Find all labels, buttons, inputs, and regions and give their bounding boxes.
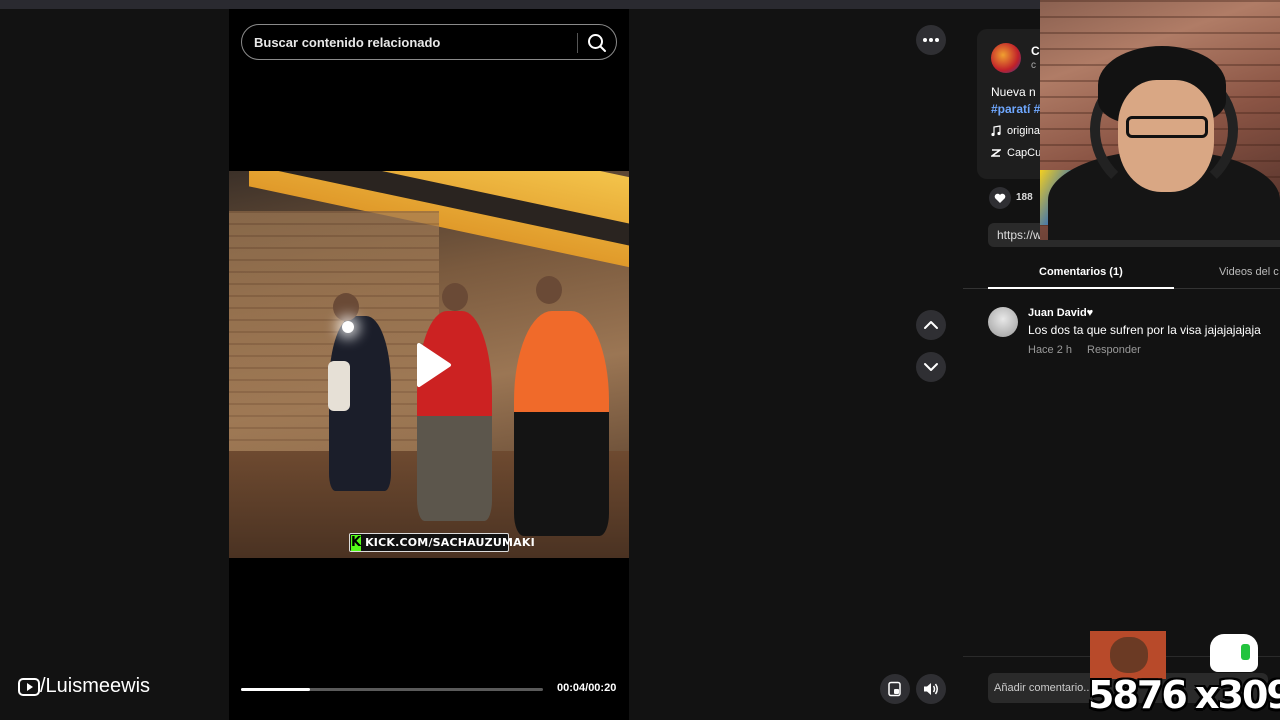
video-time: 00:04/00:20 — [557, 682, 617, 694]
video-head-middle — [442, 283, 468, 311]
author-subtitle: c — [1031, 60, 1036, 71]
search-input[interactable] — [254, 25, 574, 59]
previous-video-button[interactable] — [916, 310, 946, 340]
video-hashtags[interactable]: #paratí # — [991, 102, 1040, 116]
next-video-button[interactable] — [916, 352, 946, 382]
comment-tabs: Comentarios (1) Videos del c — [963, 261, 1280, 289]
play-icon — [417, 343, 451, 387]
picture-in-picture-icon — [888, 681, 901, 697]
kick-logo-icon: K — [351, 534, 362, 551]
youtube-icon — [18, 677, 40, 696]
search-icon — [588, 34, 606, 52]
overlay-counter-left: 5876 — [1088, 673, 1188, 717]
tab-creator-videos[interactable]: Videos del c — [1219, 266, 1279, 278]
video-description: Nueva n — [991, 85, 1036, 99]
search-divider — [577, 33, 578, 53]
streamer-webcam — [1040, 0, 1280, 240]
volume-icon — [924, 683, 938, 695]
music-note-icon — [991, 125, 1001, 137]
active-tab-underline — [988, 287, 1174, 289]
chevron-down-icon — [924, 363, 938, 371]
left-pane: /Luismeewis — [0, 9, 229, 720]
kick-watermark-text: KICK.COM/SACHAUZUMAKI — [365, 536, 535, 549]
emote-face — [1110, 637, 1148, 673]
video-progress-bar[interactable] — [241, 688, 543, 691]
video-head-right — [536, 276, 562, 304]
music-label: origina — [1007, 125, 1041, 137]
music-row[interactable]: origina — [991, 125, 1040, 137]
streamer-glasses — [1126, 116, 1208, 138]
video-phone-light — [342, 321, 354, 333]
picture-in-picture-button[interactable] — [880, 674, 910, 704]
video-head-left — [333, 293, 359, 321]
commenter-avatar[interactable] — [988, 307, 1018, 337]
author-name[interactable]: C — [1031, 44, 1040, 58]
ellipsis-icon — [923, 38, 939, 42]
like-count: 188 — [1016, 192, 1033, 203]
tab-comments[interactable]: Comentarios (1) — [1039, 266, 1123, 278]
emote-image — [1090, 631, 1166, 679]
search-bar — [241, 24, 617, 60]
ghost-emote — [1210, 634, 1258, 672]
play-button[interactable] — [405, 339, 457, 391]
volume-button[interactable] — [916, 674, 946, 704]
channel-handle: /Luismeewis — [40, 675, 151, 697]
video-bag — [328, 361, 350, 411]
middle-pane — [629, 9, 963, 720]
video-progress-fill — [241, 688, 311, 691]
ghost-emote-eye — [1241, 644, 1250, 660]
video-person-right — [514, 311, 609, 536]
like-button[interactable] — [989, 187, 1011, 209]
kick-watermark: K KICK.COM/SACHAUZUMAKI — [349, 533, 535, 552]
more-options-button[interactable] — [916, 25, 946, 55]
video-player[interactable]: K KICK.COM/SACHAUZUMAKI — [229, 171, 629, 558]
commenter-name[interactable]: Juan David♥ — [1028, 307, 1093, 319]
search-button[interactable] — [585, 31, 609, 55]
chevron-up-icon — [924, 321, 938, 329]
capcut-icon — [991, 149, 1001, 157]
reply-button[interactable]: Responder — [1087, 344, 1141, 356]
video-column: K KICK.COM/SACHAUZUMAKI 00:04/00:20 — [229, 9, 629, 720]
overlay-counter-right: x309 — [1195, 673, 1280, 717]
heart-icon — [994, 193, 1006, 203]
channel-watermark: /Luismeewis — [18, 675, 150, 698]
comment-time: Hace 2 h — [1028, 344, 1073, 356]
author-avatar[interactable] — [991, 43, 1021, 73]
capcut-row[interactable]: CapCu — [991, 147, 1041, 159]
comment-text: Los dos ta que sufren por la visa jajaja… — [1028, 323, 1261, 337]
capcut-label: CapCu — [1007, 147, 1042, 159]
